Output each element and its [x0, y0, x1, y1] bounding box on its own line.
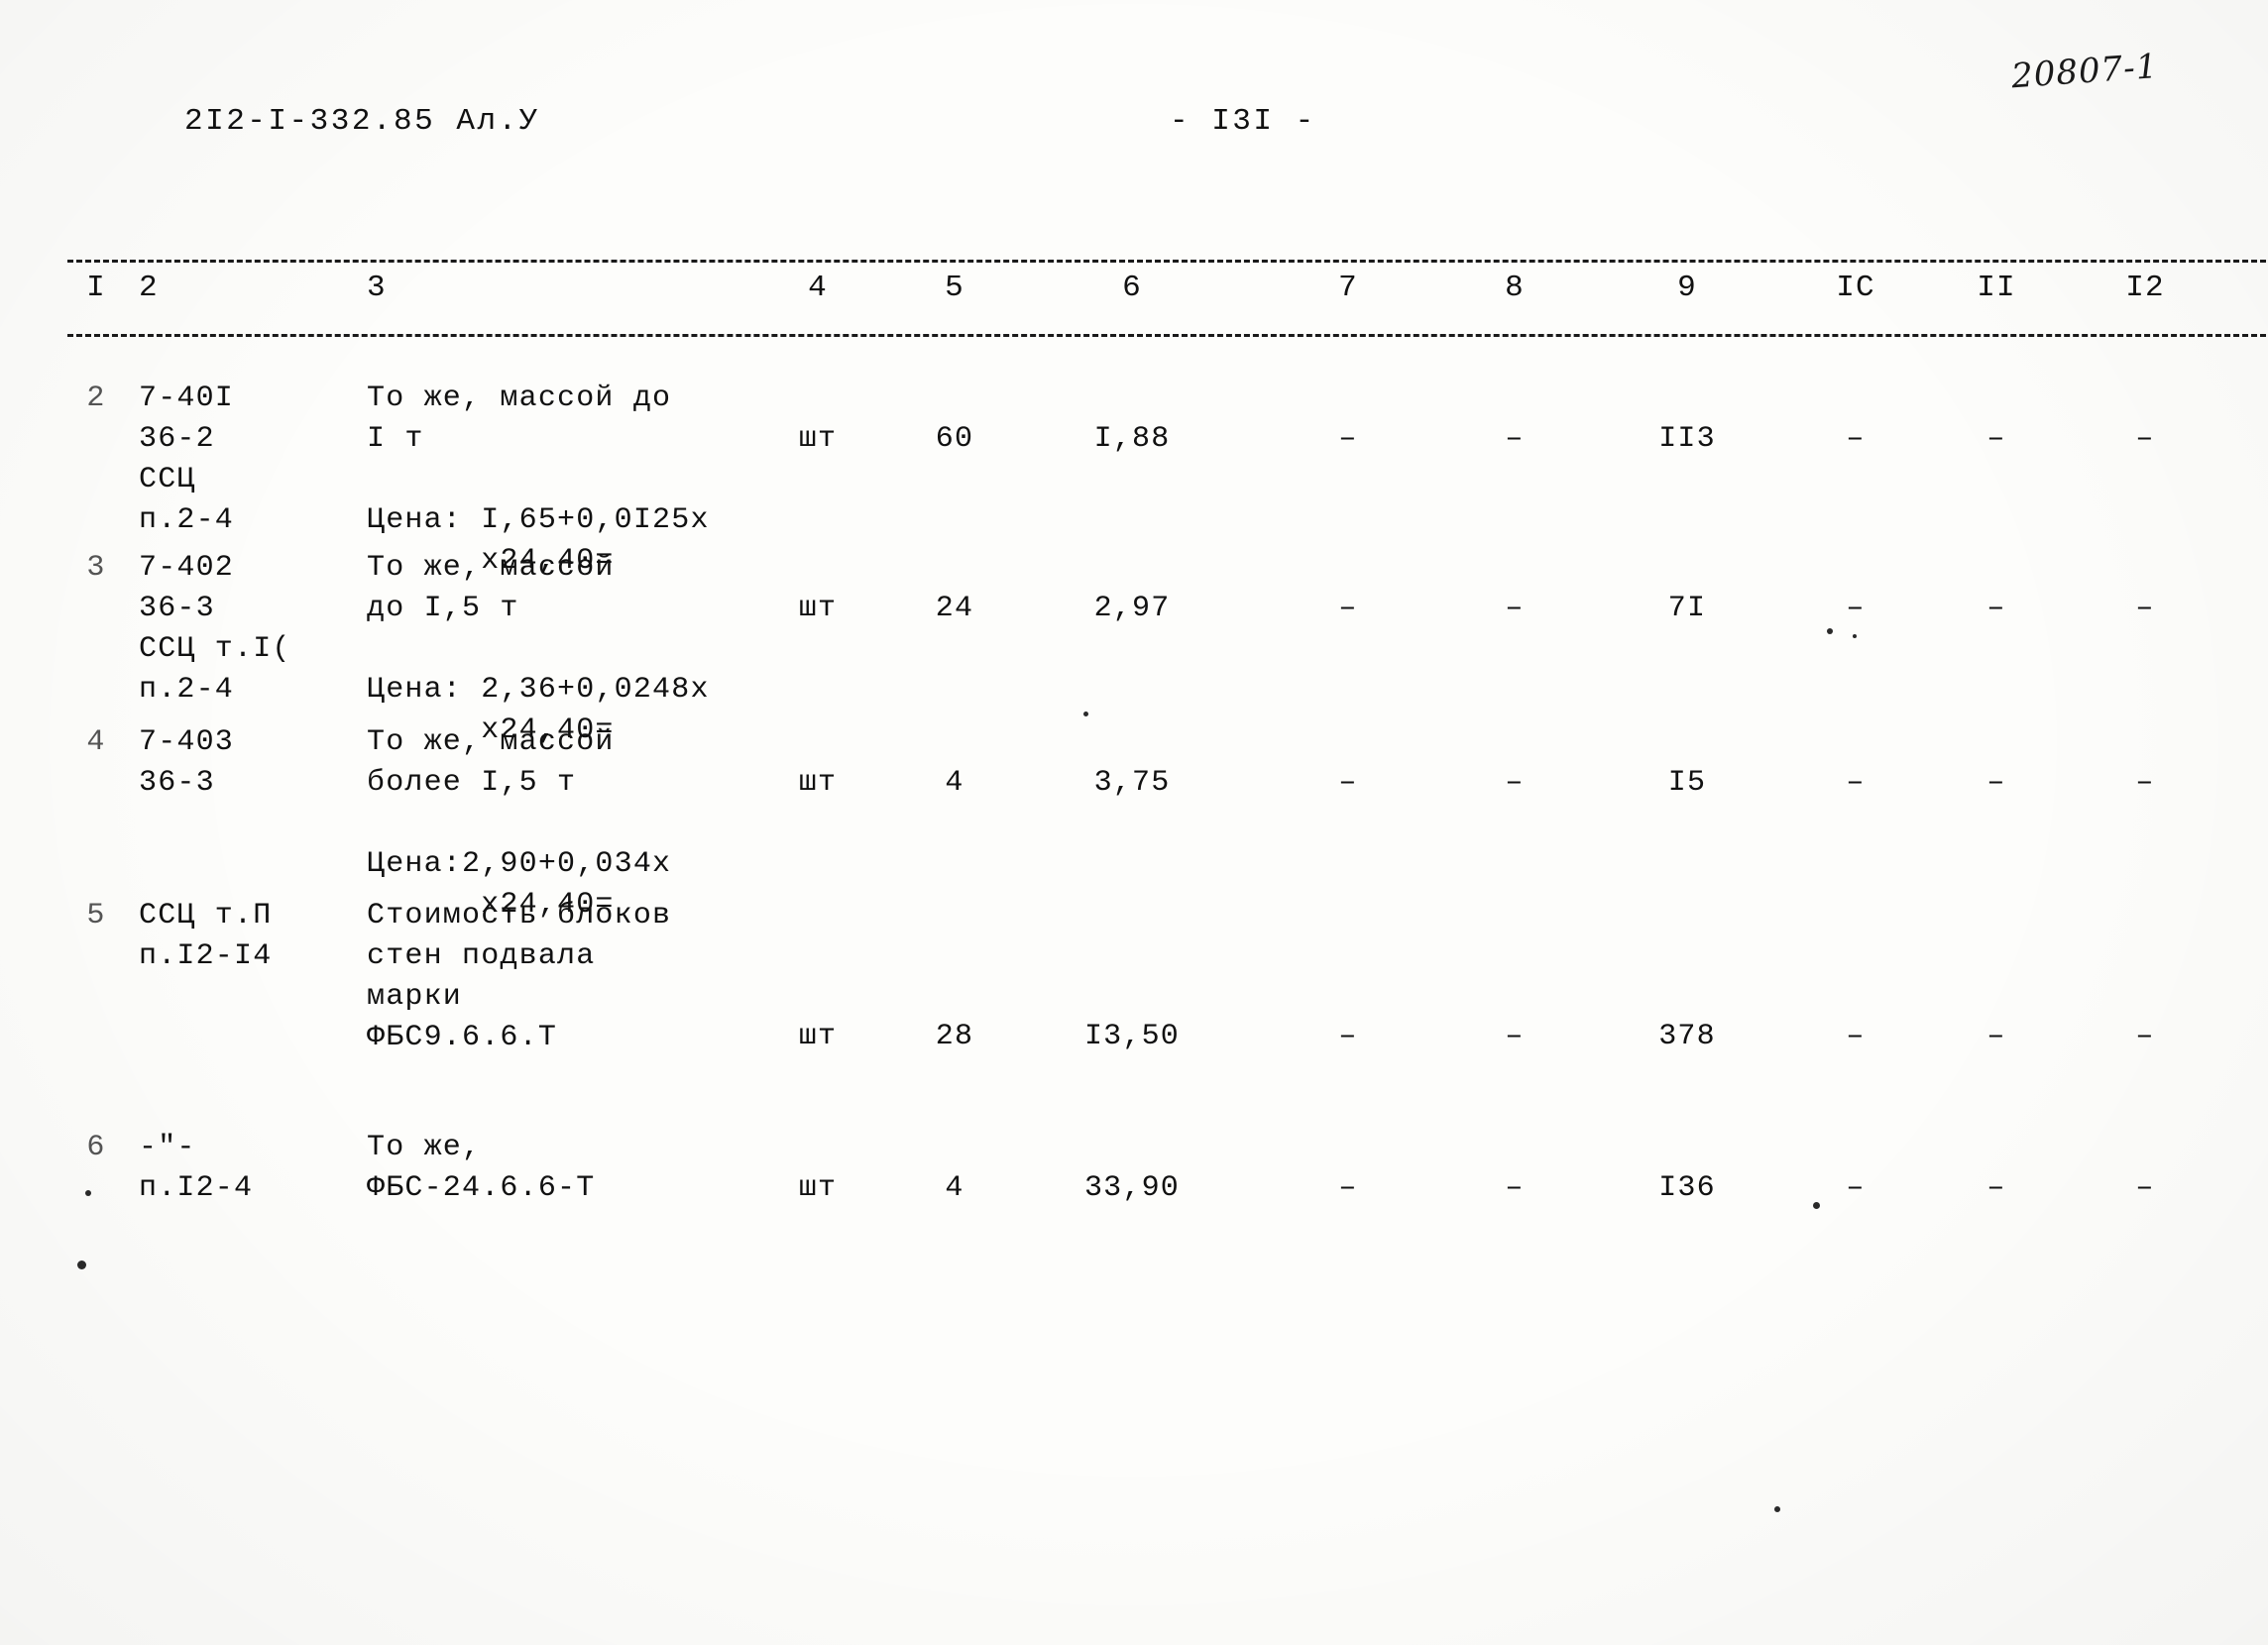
row-col11: – [1986, 766, 2006, 800]
row-unit: шт [798, 422, 838, 456]
column-header-4: 4 [808, 271, 828, 305]
row-col7: – [1338, 422, 1358, 456]
row-total: I36 [1658, 1171, 1716, 1205]
column-header-1: I [86, 271, 106, 305]
table-header-rule [67, 334, 2266, 337]
row-number: 4 [86, 725, 106, 759]
row-quantity: 24 [935, 592, 974, 625]
row-col11: – [1986, 422, 2006, 456]
scan-speck [1853, 634, 1857, 638]
row-col10: – [1846, 592, 1866, 625]
column-header-6: 6 [1122, 271, 1142, 305]
row-unit: шт [798, 1020, 838, 1053]
column-header-11: II [1977, 271, 2016, 305]
row-col12: – [2135, 1020, 2155, 1053]
row-unit-price: 2,97 [1093, 592, 1171, 625]
table-header-row: I 2 3 4 5 6 7 8 9 IC II I2 [67, 268, 2266, 317]
scan-speck [77, 1261, 86, 1269]
row-number: 2 [86, 382, 106, 415]
row-code: ССЦ т.П п.I2-I4 [139, 899, 273, 973]
row-unit-price: I,88 [1093, 422, 1171, 456]
row-quantity: 28 [935, 1020, 974, 1053]
scan-vignette [0, 0, 2268, 1645]
row-unit: шт [798, 592, 838, 625]
row-col8: – [1505, 1171, 1525, 1205]
row-unit: шт [798, 766, 838, 800]
row-col12: – [2135, 1171, 2155, 1205]
column-header-2: 2 [139, 271, 159, 305]
scan-speck [1813, 1202, 1820, 1209]
row-unit-price: 3,75 [1093, 766, 1171, 800]
row-description: То же, массой до I,5 т Цена: 2,36+0,0248х… [367, 551, 710, 747]
row-number: 3 [86, 551, 106, 585]
row-col12: – [2135, 766, 2155, 800]
row-col10: – [1846, 766, 1866, 800]
row-total: 378 [1658, 1020, 1716, 1053]
scan-speck [1774, 1506, 1780, 1512]
row-unit-price: 33,90 [1083, 1171, 1180, 1205]
row-col12: – [2135, 422, 2155, 456]
table-top-rule [67, 260, 2266, 263]
row-col8: – [1505, 1020, 1525, 1053]
column-header-9: 9 [1677, 271, 1697, 305]
row-unit: шт [798, 1171, 838, 1205]
row-total: II3 [1658, 422, 1716, 456]
row-number: 5 [86, 899, 106, 932]
column-header-12: I2 [2125, 271, 2165, 305]
row-total: I5 [1667, 766, 1707, 800]
row-col11: – [1986, 1020, 2006, 1053]
specification-table: I 2 3 4 5 6 7 8 9 IC II I2 2 7-40I 36-2 ССЦ… [67, 268, 2266, 1205]
row-col10: – [1846, 1171, 1866, 1205]
scan-speck [1827, 628, 1833, 634]
row-description: То же, ФБС-24.6.6-Т [367, 1131, 596, 1205]
row-description: Стоимость блоков стен подвала марки ФБС9.6.… [367, 899, 672, 1054]
scan-speck [1083, 712, 1088, 716]
row-col10: – [1846, 1020, 1866, 1053]
row-code: -"- п.I2-4 [139, 1131, 254, 1205]
column-header-3: 3 [367, 271, 387, 305]
row-code: 7-402 36-3 ССЦ т.I(п.2-4 [139, 551, 291, 707]
row-col7: – [1338, 592, 1358, 625]
row-col8: – [1505, 422, 1525, 456]
row-quantity: 60 [935, 422, 974, 456]
column-header-8: 8 [1505, 271, 1525, 305]
row-col11: – [1986, 592, 2006, 625]
document-code: 2I2-I-332.85 Ал.У [184, 104, 540, 139]
row-col7: – [1338, 1171, 1358, 1205]
row-quantity: 4 [945, 766, 964, 800]
row-col7: – [1338, 1020, 1358, 1053]
row-col8: – [1505, 766, 1525, 800]
row-col12: – [2135, 592, 2155, 625]
row-col7: – [1338, 766, 1358, 800]
row-col10: – [1846, 422, 1866, 456]
row-code: 7-403 36-3 [139, 725, 235, 800]
row-col11: – [1986, 1171, 2006, 1205]
row-code: 7-40I 36-2 ССЦ п.2-4 [139, 382, 235, 537]
column-header-5: 5 [945, 271, 964, 305]
page-number: - I3I - [1170, 104, 1316, 139]
document-page: 20807-1 2I2-I-332.85 Ал.У - I3I - I 2 3 … [0, 0, 2268, 1645]
column-header-7: 7 [1338, 271, 1358, 305]
scan-speck [85, 1190, 91, 1196]
column-header-10: IC [1836, 271, 1875, 305]
row-number: 6 [86, 1131, 106, 1164]
row-unit-price: I3,50 [1083, 1020, 1180, 1053]
row-col8: – [1505, 592, 1525, 625]
row-total: 7I [1667, 592, 1707, 625]
handwritten-archive-number: 20807-1 [2009, 47, 2160, 97]
row-quantity: 4 [945, 1171, 964, 1205]
